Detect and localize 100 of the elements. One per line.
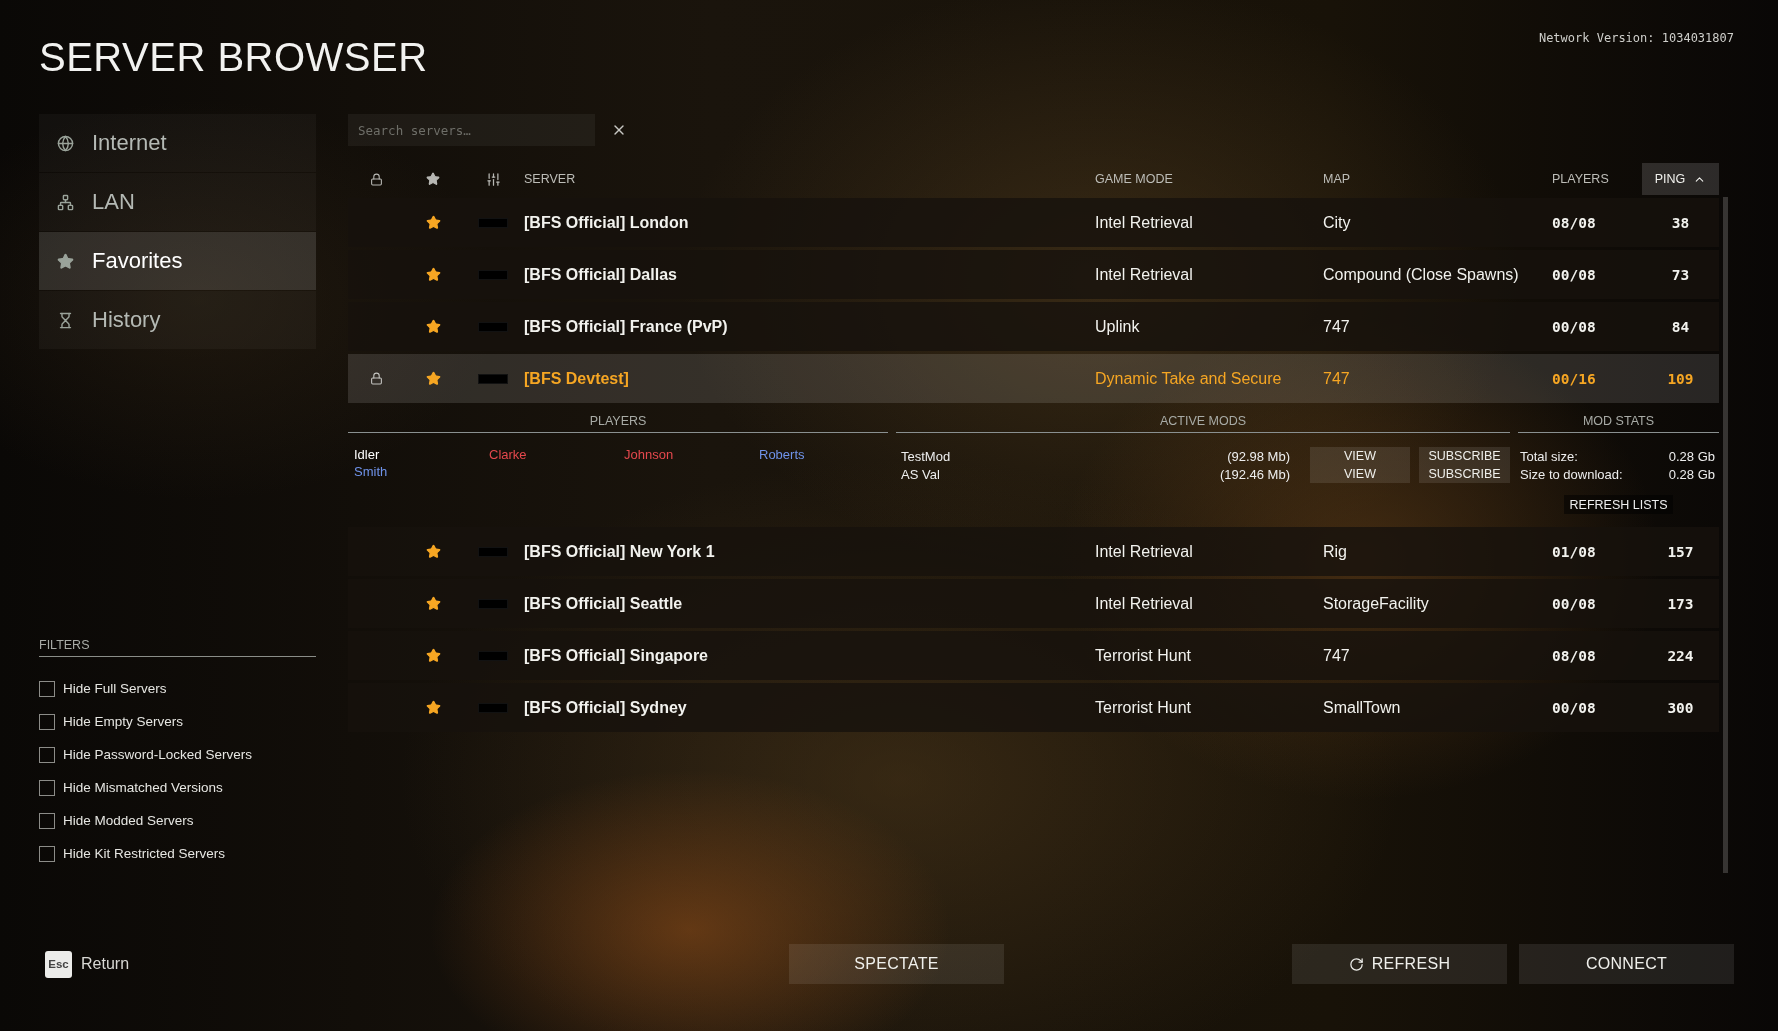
subscribe-button[interactable]: SUBSCRIBE (1419, 447, 1510, 465)
star-icon[interactable] (425, 648, 441, 663)
sliders-icon[interactable] (485, 171, 501, 187)
mod-name: TestMod (901, 448, 952, 464)
player-count: 00/08 (1552, 266, 1596, 283)
server-name: [BFS Official] Singapore (524, 646, 709, 665)
star-icon[interactable] (425, 700, 441, 715)
player-count: 08/08 (1552, 647, 1596, 664)
column-header[interactable]: MAP (1323, 163, 1552, 195)
star-icon[interactable] (425, 267, 441, 282)
globe-icon (57, 134, 74, 152)
checkbox[interactable] (39, 845, 55, 862)
player-name: Idler (354, 447, 381, 462)
ping-value: 157 (1667, 543, 1694, 560)
star-icon[interactable] (425, 371, 441, 386)
column-header[interactable]: PLAYERS (1552, 163, 1642, 195)
map-name: 747 (1323, 369, 1351, 388)
view-button[interactable]: VIEW (1310, 447, 1410, 465)
lock-icon[interactable] (369, 172, 383, 186)
checkbox[interactable] (39, 713, 55, 730)
stat-value: 0.28 Gb (1668, 448, 1715, 464)
ping-value: 300 (1667, 699, 1694, 716)
section-heading: ACTIVE MODS (896, 414, 1510, 433)
action-button[interactable]: CONNECT (1519, 944, 1734, 984)
server-name: [BFS Official] Seattle (524, 594, 684, 613)
filter-label: Hide Modded Servers (63, 813, 194, 828)
game-mode: Intel Retrieval (1095, 213, 1194, 232)
section-heading: MOD STATS (1518, 414, 1719, 433)
column-header[interactable]: SERVER (524, 163, 1095, 195)
page-title: SERVER BROWSER (39, 34, 428, 81)
ping-value: 73 (1671, 266, 1690, 283)
game-mode: Intel Retrieval (1095, 542, 1194, 561)
view-button[interactable]: VIEW (1310, 465, 1410, 483)
filters-heading: FILTERS (39, 638, 316, 657)
network-version: Network Version: 1034031807 (1538, 31, 1734, 45)
server-row[interactable]: [BFS Official] Seattle Intel Retrieval StorageFacility 00/08 173 (348, 579, 1719, 628)
ping-value: 224 (1667, 647, 1694, 664)
player-count: 00/08 (1552, 318, 1596, 335)
game-mode: Terrorist Hunt (1095, 698, 1193, 717)
column-header[interactable]: PING (1642, 163, 1719, 195)
server-row[interactable]: [BFS Official] Sydney Terrorist Hunt SmallTown 00/08 300 (348, 683, 1719, 732)
mod-size: (192.46 Mb) (1218, 466, 1291, 482)
server-name: [BFS Official] Dallas (524, 265, 678, 284)
filter-label: Hide Empty Servers (63, 714, 184, 729)
action-button[interactable]: SPECTATE (789, 944, 1004, 984)
subscribe-button[interactable]: SUBSCRIBE (1419, 465, 1510, 483)
mod-name: AS Val (901, 466, 941, 482)
checkbox[interactable] (39, 680, 55, 697)
star-icon[interactable] (425, 544, 441, 559)
nav-item[interactable]: History (39, 291, 316, 349)
stat-label: Size to download: (1520, 466, 1623, 482)
player-name: Roberts (759, 447, 806, 462)
nav-item[interactable]: Internet (39, 114, 316, 172)
player-count: 01/08 (1552, 543, 1596, 560)
ping-value: 109 (1667, 370, 1694, 387)
map-name: SmallTown (1323, 698, 1402, 717)
server-name: [BFS Official] France (PvP) (524, 317, 729, 336)
map-name: 747 (1323, 317, 1351, 336)
game-mode: Terrorist Hunt (1095, 646, 1193, 665)
server-name: [BFS Official] New York 1 (524, 542, 716, 561)
map-name: City (1323, 213, 1352, 232)
filter-label: Hide Kit Restricted Servers (63, 846, 226, 861)
map-name: StorageFacility (1323, 594, 1430, 613)
return-label[interactable]: Return (81, 955, 130, 973)
server-row[interactable]: [BFS Official] Singapore Terrorist Hunt 747 08/08 224 (348, 631, 1719, 680)
network-icon (57, 193, 74, 211)
filter-label: Hide Mismatched Versions (63, 780, 223, 795)
nav-item[interactable]: LAN (39, 173, 316, 231)
game-mode: Intel Retrieval (1095, 594, 1194, 613)
esc-key[interactable]: Esc (45, 950, 72, 978)
player-count: 00/08 (1552, 595, 1596, 612)
server-row[interactable]: [BFS Official] New York 1 Intel Retrieval Rig 01/08 157 (348, 527, 1719, 576)
server-row[interactable]: [BFS Devtest] Dynamic Take and Secure 747 00/16 109 (348, 354, 1719, 403)
player-name: Johnson (624, 447, 675, 462)
map-name: 747 (1323, 646, 1351, 665)
player-name: Clarke (489, 447, 528, 462)
star-icon[interactable] (425, 215, 441, 230)
refresh-icon (1348, 956, 1364, 972)
scrollbar[interactable] (1723, 197, 1728, 873)
filter-label: Hide Password-Locked Servers (63, 747, 253, 762)
column-header[interactable]: GAME MODE (1095, 163, 1323, 195)
server-name: [BFS Official] Sydney (524, 698, 688, 717)
star-icon (57, 252, 74, 270)
star-icon[interactable] (426, 172, 440, 186)
star-icon[interactable] (425, 596, 441, 611)
server-name: [BFS Official] London (524, 213, 690, 232)
checkbox[interactable] (39, 812, 55, 829)
star-icon[interactable] (425, 319, 441, 334)
refresh-lists-button[interactable]: REFRESH LISTS (1563, 495, 1674, 514)
stat-value: 0.28 Gb (1668, 466, 1715, 482)
checkbox[interactable] (39, 746, 55, 763)
checkbox[interactable] (39, 779, 55, 796)
ping-value: 173 (1667, 595, 1694, 612)
ping-value: 38 (1671, 214, 1690, 231)
game-mode: Dynamic Take and Secure (1095, 369, 1283, 388)
mod-size: (92.98 Mb) (1226, 448, 1291, 464)
nav-item[interactable]: Favorites (39, 232, 316, 290)
action-button[interactable]: REFRESH (1292, 944, 1507, 984)
player-count: 00/16 (1552, 370, 1596, 387)
map-name: Rig (1323, 542, 1348, 561)
